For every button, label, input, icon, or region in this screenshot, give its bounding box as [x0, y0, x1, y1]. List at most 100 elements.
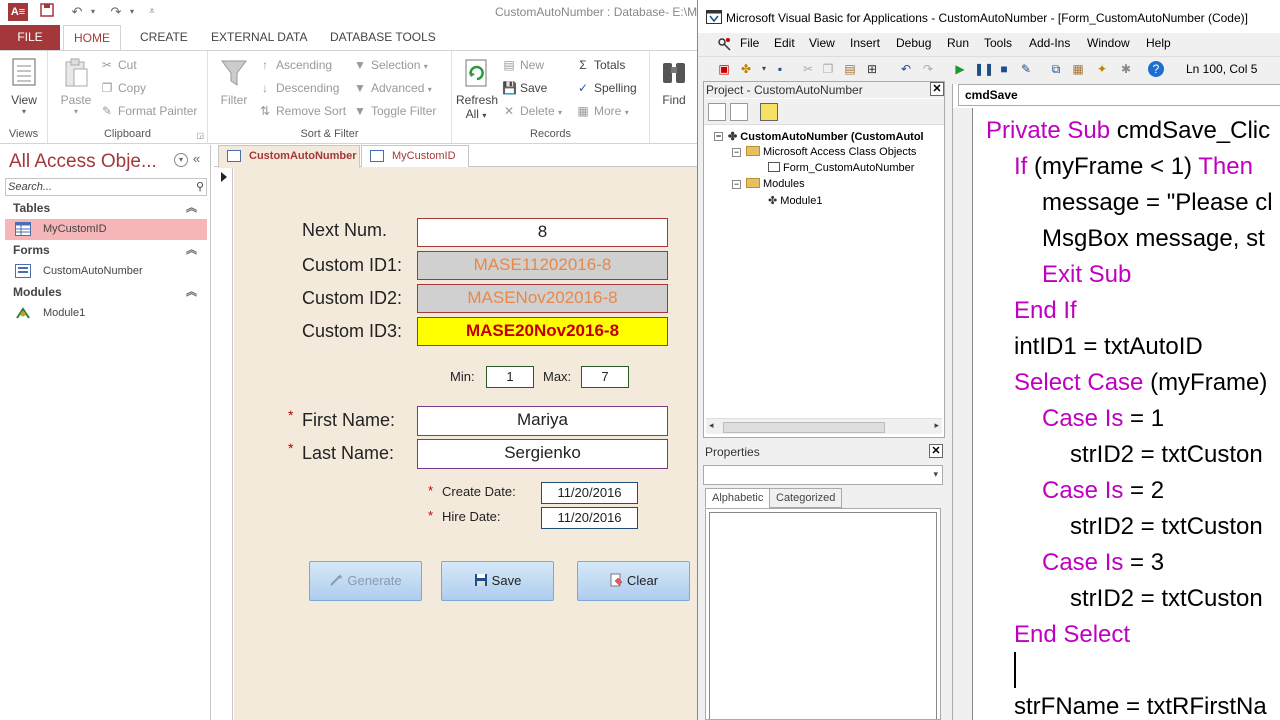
filter-button[interactable]: Filter — [214, 57, 254, 107]
horizontal-scrollbar[interactable]: ◂ ▸ — [706, 418, 942, 434]
undo-dropdown-icon[interactable]: ▾ — [84, 3, 102, 21]
nav-section-tables[interactable]: Tables ︽ — [5, 198, 207, 218]
nav-search-input[interactable]: Search... ⚲ — [5, 178, 207, 196]
custom-id1-field[interactable]: MASE11202016-8 — [417, 251, 668, 280]
tree-node-class-objects[interactable]: − Microsoft Access Class Objects — [732, 146, 916, 158]
create-date-field[interactable]: 11/20/2016 — [541, 482, 638, 504]
reset-icon[interactable]: ■ — [996, 61, 1012, 77]
insert-dropdown-icon[interactable]: ▾ — [756, 61, 772, 77]
tab-external-data[interactable]: EXTERNAL DATA — [201, 25, 317, 50]
generate-button[interactable]: Generate — [309, 561, 422, 601]
toggle-folders-icon[interactable] — [760, 103, 778, 121]
menu-run[interactable]: Run — [947, 36, 969, 50]
max-field[interactable]: 7 — [581, 366, 629, 388]
menu-tools[interactable]: Tools — [984, 36, 1012, 50]
menu-edit[interactable]: Edit — [774, 36, 795, 50]
hire-date-field[interactable]: 11/20/2016 — [541, 507, 638, 529]
help-icon[interactable]: ? — [1148, 61, 1164, 77]
tree-node-modules[interactable]: − Modules — [732, 178, 805, 190]
redo-dropdown-icon[interactable]: ▾ — [123, 3, 141, 21]
more-button[interactable]: ▦ More ▾ — [576, 102, 628, 120]
tab-alphabetic[interactable]: Alphabetic — [705, 488, 771, 508]
insert-module-icon[interactable]: ✤ — [738, 61, 754, 77]
paste-icon[interactable]: ▤ — [842, 61, 858, 77]
vba-system-menu-icon[interactable] — [716, 36, 731, 55]
save-button[interactable]: Save — [441, 561, 554, 601]
run-icon[interactable]: ▶ — [952, 61, 968, 77]
save-icon[interactable]: ▪ — [772, 61, 788, 77]
save-icon[interactable] — [38, 3, 56, 21]
new-record-button[interactable]: ▤ New — [502, 56, 544, 74]
search-icon[interactable]: ⚲ — [196, 179, 204, 195]
ascending-button[interactable]: ↑ Ascending — [258, 56, 332, 74]
scroll-left-icon[interactable]: ◂ — [709, 420, 714, 431]
selection-button[interactable]: ▼ Selection ▾ — [353, 56, 428, 74]
menu-add-ins[interactable]: Add-Ins — [1029, 36, 1070, 50]
min-field[interactable]: 1 — [486, 366, 534, 388]
properties-object-dropdown[interactable]: ▾ — [703, 465, 943, 485]
cut-icon[interactable]: ✂ — [800, 61, 816, 77]
break-icon[interactable]: ❚❚ — [974, 61, 994, 77]
copy-button[interactable]: ❐ Copy — [100, 79, 146, 97]
clear-button[interactable]: Clear — [577, 561, 690, 601]
object-dropdown[interactable]: cmdSave — [958, 84, 1280, 106]
save-record-button[interactable]: 💾 Save — [502, 79, 547, 97]
format-painter-button[interactable]: ✎ Format Painter — [100, 102, 197, 120]
menu-window[interactable]: Window — [1087, 36, 1130, 50]
design-mode-icon[interactable]: ✎ — [1018, 61, 1034, 77]
collapse-icon[interactable]: − — [732, 148, 741, 157]
menu-insert[interactable]: Insert — [850, 36, 880, 50]
paste-button[interactable]: Paste ▾ — [58, 57, 94, 116]
chevron-down-icon[interactable]: ▾ — [933, 469, 938, 480]
view-button[interactable]: View ▾ — [8, 57, 40, 116]
find-icon[interactable]: ⊞ — [864, 61, 880, 77]
menu-help[interactable]: Help — [1146, 36, 1171, 50]
view-code-icon[interactable] — [708, 103, 726, 121]
toggle-filter-button[interactable]: ▼ Toggle Filter — [353, 102, 436, 120]
last-name-field[interactable]: Sergienko — [417, 439, 668, 469]
custom-id3-field[interactable]: MASE20Nov2016-8 — [417, 317, 668, 346]
tab-database-tools[interactable]: DATABASE TOOLS — [320, 25, 446, 50]
close-icon[interactable]: ✕ — [929, 444, 943, 458]
doc-tab-customautonumber[interactable]: CustomAutoNumber — [218, 145, 360, 168]
menu-view[interactable]: View — [809, 36, 835, 50]
descending-button[interactable]: ↓ Descending — [258, 79, 339, 97]
view-access-icon[interactable]: ▣ — [716, 61, 732, 77]
chevron-down-icon[interactable]: ▾ — [174, 153, 188, 167]
find-button[interactable]: Find — [656, 57, 692, 107]
record-selector[interactable] — [214, 167, 233, 720]
collapse-up-icon[interactable]: ︽ — [186, 282, 197, 302]
tree-node-form[interactable]: Form_CustomAutoNumber — [768, 162, 914, 174]
tab-home[interactable]: HOME — [63, 25, 121, 51]
scroll-right-icon[interactable]: ▸ — [934, 420, 939, 431]
redo-icon[interactable]: ↷ — [920, 61, 936, 77]
menu-debug[interactable]: Debug — [896, 36, 931, 50]
refresh-all-button[interactable]: Refresh All ▾ — [456, 57, 498, 121]
tree-node-module1[interactable]: ✤ Module1 — [768, 194, 822, 207]
clipboard-launcher-icon[interactable]: ◲ — [196, 131, 204, 140]
collapse-up-icon[interactable]: ︽ — [186, 198, 197, 218]
code-margin[interactable] — [953, 108, 973, 720]
delete-record-button[interactable]: ✕ Delete ▾ — [502, 102, 562, 120]
project-explorer-icon[interactable]: ⧉ — [1048, 61, 1064, 77]
remove-sort-button[interactable]: ⇅ Remove Sort — [258, 102, 346, 120]
nav-section-modules[interactable]: Modules ︽ — [5, 282, 207, 302]
nav-item-mycustomid[interactable]: MyCustomID — [5, 219, 207, 240]
next-num-field[interactable]: 8 — [417, 218, 668, 247]
view-object-icon[interactable] — [730, 103, 748, 121]
nav-pane-title[interactable]: All Access Obje... — [9, 151, 157, 173]
doc-tab-mycustomid[interactable]: MyCustomID — [361, 145, 469, 168]
cut-button[interactable]: ✂ Cut — [100, 56, 137, 74]
collapse-up-icon[interactable]: ︽ — [186, 240, 197, 260]
shutter-bar-close-icon[interactable]: « — [193, 151, 200, 166]
tree-node-project[interactable]: − ✤ CustomAutoNumber (CustomAutol — [714, 130, 924, 143]
spelling-button[interactable]: ✓ Spelling — [576, 79, 637, 97]
properties-window-icon[interactable]: ▦ — [1070, 61, 1086, 77]
tab-categorized[interactable]: Categorized — [769, 488, 843, 508]
toolbox-icon[interactable]: ✱ — [1118, 61, 1134, 77]
tab-create[interactable]: CREATE — [130, 25, 198, 50]
close-icon[interactable]: ✕ — [930, 82, 944, 96]
copy-icon[interactable]: ❐ — [820, 61, 836, 77]
first-name-field[interactable]: Mariya — [417, 406, 668, 436]
scrollbar-thumb[interactable] — [723, 422, 885, 433]
